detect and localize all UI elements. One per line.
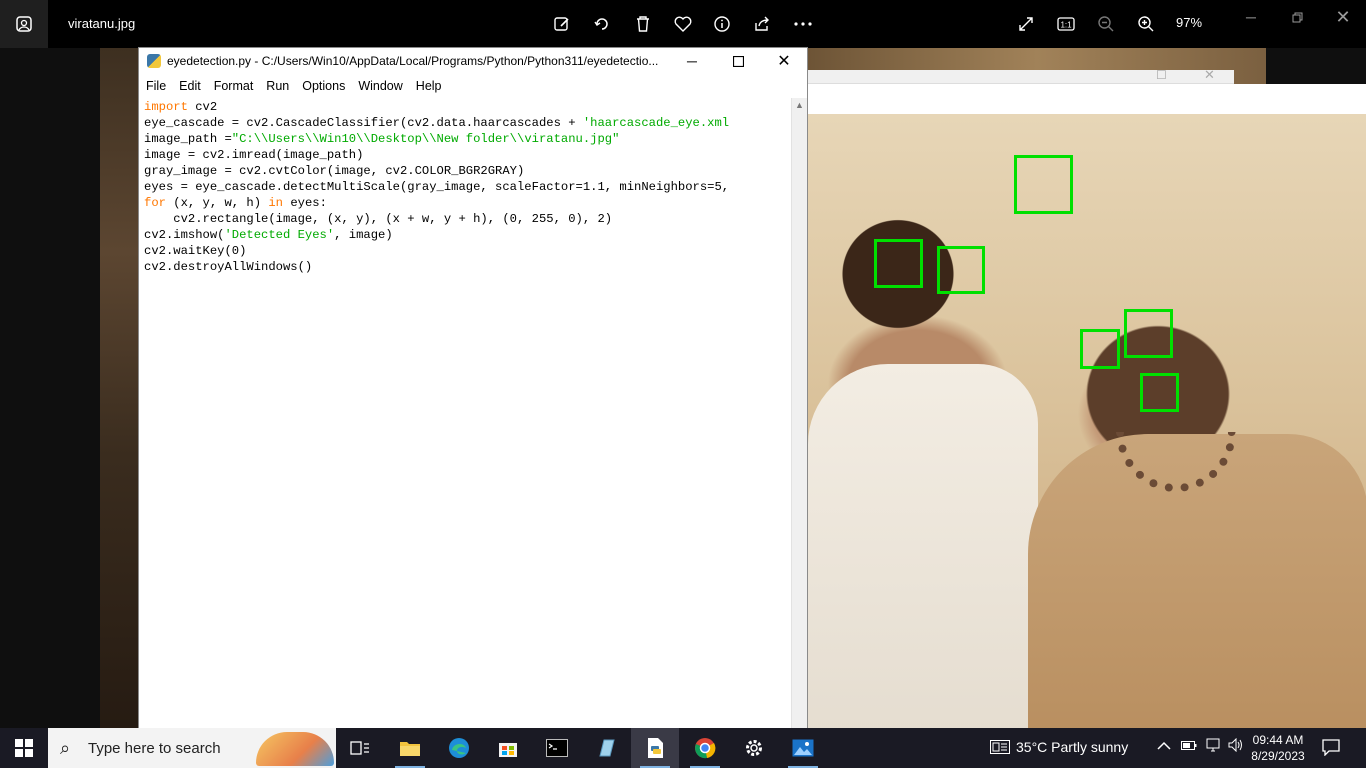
zoom-level: 97% xyxy=(1176,15,1203,30)
eye-detection-box xyxy=(1080,329,1120,369)
menu-window[interactable]: Window xyxy=(358,75,409,97)
code-line: image_path ="C:\\Users\\Win10\\Desktop\\… xyxy=(144,132,620,146)
detected-eyes-titlebar[interactable]: ☐ ✕ xyxy=(808,67,1234,84)
menu-options[interactable]: Options xyxy=(302,75,352,97)
eye-detection-box xyxy=(874,239,923,288)
news-icon xyxy=(990,740,1010,754)
close-icon[interactable]: ✕ xyxy=(1204,67,1215,83)
taskbar: ⌕ Type here to search 35°C Partly sunny … xyxy=(0,728,1366,768)
code-line: cv2.waitKey(0) xyxy=(144,244,247,258)
battery-icon[interactable] xyxy=(1181,738,1197,754)
vertical-scrollbar[interactable]: ▲ xyxy=(791,98,807,728)
info-icon[interactable] xyxy=(708,10,736,38)
more-icon[interactable] xyxy=(789,10,817,38)
eye-detection-box xyxy=(1124,309,1173,358)
delete-icon[interactable] xyxy=(629,10,657,38)
settings-gear-icon[interactable] xyxy=(730,728,778,768)
code-line: eye_cascade = cv2.CascadeClassifier(cv2.… xyxy=(144,116,730,130)
python-file-icon xyxy=(147,54,161,68)
code-line: cv2.destroyAllWindows() xyxy=(144,260,313,274)
show-hidden-icons-chevron-up-icon[interactable] xyxy=(1157,738,1171,754)
task-view-icon[interactable] xyxy=(336,728,384,768)
start-button[interactable] xyxy=(0,728,48,768)
code-line: gray_image = cv2.cvtColor(image, cv2.COL… xyxy=(144,164,525,178)
network-icon[interactable] xyxy=(1206,738,1220,755)
chrome-icon[interactable] xyxy=(681,728,729,768)
close-icon[interactable]: ✕ xyxy=(769,51,799,71)
svg-text:1:1: 1:1 xyxy=(1060,21,1072,30)
menu-file[interactable]: File xyxy=(146,75,173,97)
scroll-up-icon[interactable]: ▲ xyxy=(795,100,804,110)
taskbar-search[interactable]: ⌕ Type here to search xyxy=(48,728,336,768)
clock-date: 8/29/2023 xyxy=(1251,749,1305,763)
restore-icon[interactable] xyxy=(1282,6,1312,28)
menu-format[interactable]: Format xyxy=(214,75,261,97)
code-line: for (x, y, w, h) in eyes: xyxy=(144,196,327,210)
code-line: cv2.rectangle(image, (x, y), (x + w, y +… xyxy=(144,212,613,226)
code-line: cv2.imshow('Detected Eyes', image) xyxy=(144,228,393,242)
favorite-icon[interactable] xyxy=(669,10,697,38)
eye-detection-box xyxy=(1014,155,1073,214)
eye-detection-box xyxy=(937,246,985,294)
code-editor[interactable]: import cv2 eye_cascade = cv2.CascadeClas… xyxy=(139,98,791,728)
maximize-icon[interactable] xyxy=(723,51,753,71)
zoom-in-icon[interactable] xyxy=(1132,10,1160,38)
idle-titlebar[interactable]: eyedetection.py - C:/Users/Win10/AppData… xyxy=(139,48,807,74)
edge-icon[interactable] xyxy=(435,728,483,768)
search-placeholder: Type here to search xyxy=(88,740,221,757)
store-icon[interactable] xyxy=(484,728,532,768)
maximize-icon[interactable]: ☐ xyxy=(1156,68,1167,82)
eye-detection-box xyxy=(1140,373,1179,412)
actual-size-icon[interactable]: 1:1 xyxy=(1052,10,1080,38)
minimize-icon[interactable]: ─ xyxy=(1236,6,1266,28)
photos-app-icon[interactable] xyxy=(0,0,48,48)
command-prompt-icon[interactable] xyxy=(533,728,581,768)
volume-icon[interactable] xyxy=(1228,737,1244,755)
menu-edit[interactable]: Edit xyxy=(179,75,208,97)
zoom-out-icon[interactable] xyxy=(1092,10,1120,38)
idle-editor-window[interactable]: eyedetection.py - C:/Users/Win10/AppData… xyxy=(138,47,808,728)
menu-help[interactable]: Help xyxy=(416,75,449,97)
clock-time: 09:44 AM xyxy=(1252,733,1304,747)
idle-window-title: eyedetection.py - C:/Users/Win10/AppData… xyxy=(167,54,659,68)
background-photo-edge xyxy=(100,48,140,728)
file-explorer-icon[interactable] xyxy=(386,728,434,768)
fullscreen-icon[interactable] xyxy=(1012,10,1040,38)
detected-eyes-image xyxy=(808,114,1366,728)
windows-icon xyxy=(15,739,33,757)
weather-widget[interactable]: 35°C Partly sunny xyxy=(990,739,1128,755)
search-icon: ⌕ xyxy=(60,738,71,758)
notification-center-icon[interactable] xyxy=(1322,738,1340,761)
close-icon[interactable]: ✕ xyxy=(1328,6,1358,28)
idle-menubar: File Edit Format Run Options Window Help xyxy=(139,75,807,97)
code-line: eyes = eye_cascade.detectMultiScale(gray… xyxy=(144,180,730,194)
detected-eyes-window[interactable]: ☐ ✕ xyxy=(808,67,1366,728)
detected-eyes-toolbar xyxy=(808,84,1366,114)
photos-icon[interactable] xyxy=(779,728,827,768)
notepad-icon[interactable] xyxy=(582,728,630,768)
system-clock[interactable]: 09:44 AM 8/29/2023 xyxy=(1248,732,1308,764)
rotate-icon[interactable] xyxy=(588,10,616,38)
menu-run[interactable]: Run xyxy=(266,75,296,97)
weather-text: 35°C Partly sunny xyxy=(1016,739,1129,755)
photos-toolbar: viratanu.jpg 1:1 97% ─ ✕ xyxy=(0,0,1366,48)
minimize-icon[interactable]: ─ xyxy=(677,51,707,71)
photo-file-name: viratanu.jpg xyxy=(68,16,136,31)
desktop: viratanu.jpg 1:1 97% ─ ✕ ☐ ✕ eyedetectio… xyxy=(0,0,1366,768)
edit-icon[interactable] xyxy=(548,10,576,38)
code-line: import cv2 xyxy=(144,100,218,114)
share-icon[interactable] xyxy=(748,10,776,38)
photo-person-left-shirt xyxy=(808,364,1038,728)
code-line: image = cv2.imread(image_path) xyxy=(144,148,364,162)
idle-python-icon[interactable] xyxy=(631,728,679,768)
search-highlight-image xyxy=(256,732,334,766)
